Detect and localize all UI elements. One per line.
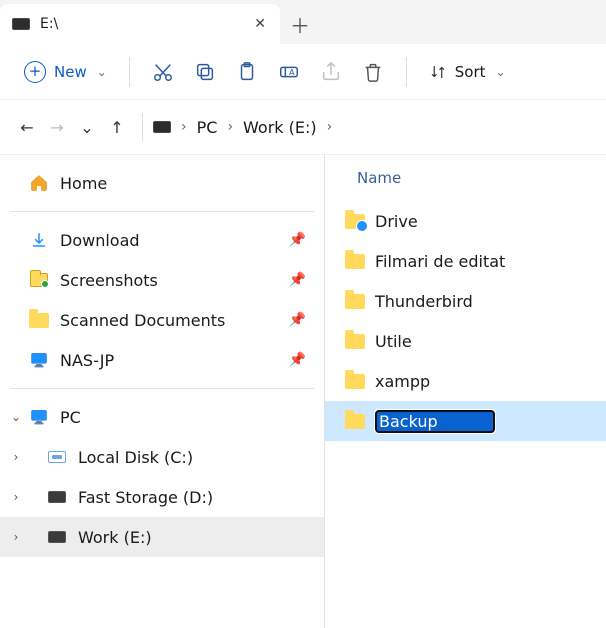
folder-item-backup[interactable] [325,401,606,441]
sort-button[interactable]: Sort ⌄ [419,57,516,87]
sidebar-label: Fast Storage (D:) [78,488,213,507]
navigation-bar: ← → ⌄ ↑ › PC › Work (E:) › [0,100,606,154]
chevron-down-icon[interactable]: ⌄ [8,410,24,424]
close-tab-button[interactable]: ✕ [250,12,270,36]
separator [129,57,130,87]
back-button[interactable]: ← [12,111,42,143]
divider [10,388,314,389]
rename-button[interactable]: A [268,52,310,92]
file-explorer-window: E:\ ✕ ＋ + New ⌄ A [0,0,606,628]
tab-strip: E:\ ✕ ＋ [0,0,606,44]
sidebar-label: Scanned Documents [60,311,225,330]
folder-item-drive[interactable]: Drive [325,201,606,241]
folder-icon [345,374,365,389]
monitor-icon [28,349,50,371]
pc-icon [28,406,50,428]
item-label: Thunderbird [375,292,473,311]
home-icon [28,172,50,194]
drive-icon [46,446,68,468]
breadcrumb-drive[interactable]: Work (E:) [237,114,323,141]
sidebar-item-scanned[interactable]: Scanned Documents 📌 [0,300,324,340]
divider [10,211,314,212]
chevron-down-icon: ⌄ [496,65,506,79]
separator [142,113,143,141]
sidebar-label: Local Disk (C:) [78,448,193,467]
rename-input[interactable] [375,410,495,433]
navigation-pane[interactable]: Home Download 📌 Screenshots 📌 Scanned Do… [0,155,325,628]
column-header-name[interactable]: Name [325,155,606,201]
share-button[interactable] [310,52,352,92]
toolbar: + New ⌄ A Sort ⌄ [0,44,606,100]
svg-text:A: A [289,66,295,76]
sidebar-item-screenshots[interactable]: Screenshots 📌 [0,260,324,300]
paste-button[interactable] [226,52,268,92]
folder-icon [345,254,365,269]
sidebar-label: Home [60,174,107,193]
new-button-label: New [54,63,87,81]
sort-icon [429,63,447,81]
sidebar-label: Screenshots [60,271,158,290]
copy-button[interactable] [184,52,226,92]
sidebar-label: Work (E:) [78,528,152,547]
drive-icon [46,486,68,508]
tab[interactable]: E:\ ✕ [0,4,280,44]
folder-item-filmari[interactable]: Filmari de editat [325,241,606,281]
sidebar-label: Download [60,231,140,250]
chevron-right-icon: › [181,119,187,135]
chevron-right-icon: › [227,119,233,135]
address-bar[interactable]: › PC › Work (E:) › [153,114,332,141]
drive-icon [12,18,30,30]
sidebar-item-nas[interactable]: NAS-JP 📌 [0,340,324,380]
folder-icon [345,294,365,309]
recent-locations-button[interactable]: ⌄ [72,111,102,143]
sort-label: Sort [455,63,486,81]
pin-icon: 📌 [289,352,306,368]
body-split: Home Download 📌 Screenshots 📌 Scanned Do… [0,154,606,628]
chevron-right-icon[interactable]: › [8,450,24,464]
drive-icon [153,121,171,133]
sidebar-item-fast-storage-d[interactable]: › Fast Storage (D:) [0,477,324,517]
plus-circle-icon: + [24,61,46,83]
chevron-right-icon[interactable]: › [8,530,24,544]
folder-icon [28,309,50,331]
item-label: xampp [375,372,430,391]
separator [406,57,407,87]
folder-icon [345,334,365,349]
drive-icon [46,526,68,548]
content-pane[interactable]: Name Drive Filmari de editat Thunderbird… [325,155,606,628]
folder-item-utile[interactable]: Utile [325,321,606,361]
item-label: Filmari de editat [375,252,505,271]
sidebar-item-local-disk-c[interactable]: › Local Disk (C:) [0,437,324,477]
new-tab-button[interactable]: ＋ [280,4,320,44]
item-label: Utile [375,332,412,351]
folder-icon [345,414,365,429]
download-icon [28,229,50,251]
cut-button[interactable] [142,52,184,92]
breadcrumb-pc[interactable]: PC [191,114,224,141]
tab-title: E:\ [40,16,58,32]
folder-item-thunderbird[interactable]: Thunderbird [325,281,606,321]
sidebar-item-download[interactable]: Download 📌 [0,220,324,260]
pin-icon: 📌 [289,272,306,288]
sidebar-label: NAS-JP [60,351,114,370]
synced-folder-icon [345,214,365,229]
folder-icon [28,269,50,291]
pin-icon: 📌 [289,312,306,328]
sidebar-label: PC [60,408,81,427]
chevron-right-icon[interactable]: › [8,490,24,504]
forward-button[interactable]: → [42,111,72,143]
folder-item-xampp[interactable]: xampp [325,361,606,401]
sidebar-item-pc[interactable]: ⌄ PC [0,397,324,437]
sidebar-item-work-e[interactable]: › Work (E:) [0,517,324,557]
delete-button[interactable] [352,52,394,92]
chevron-down-icon: ⌄ [97,65,107,79]
new-button[interactable]: + New ⌄ [14,55,117,89]
item-label: Drive [375,212,418,231]
sidebar-item-home[interactable]: Home [0,163,324,203]
up-button[interactable]: ↑ [102,111,132,143]
chevron-right-icon: › [327,119,333,135]
pin-icon: 📌 [289,232,306,248]
